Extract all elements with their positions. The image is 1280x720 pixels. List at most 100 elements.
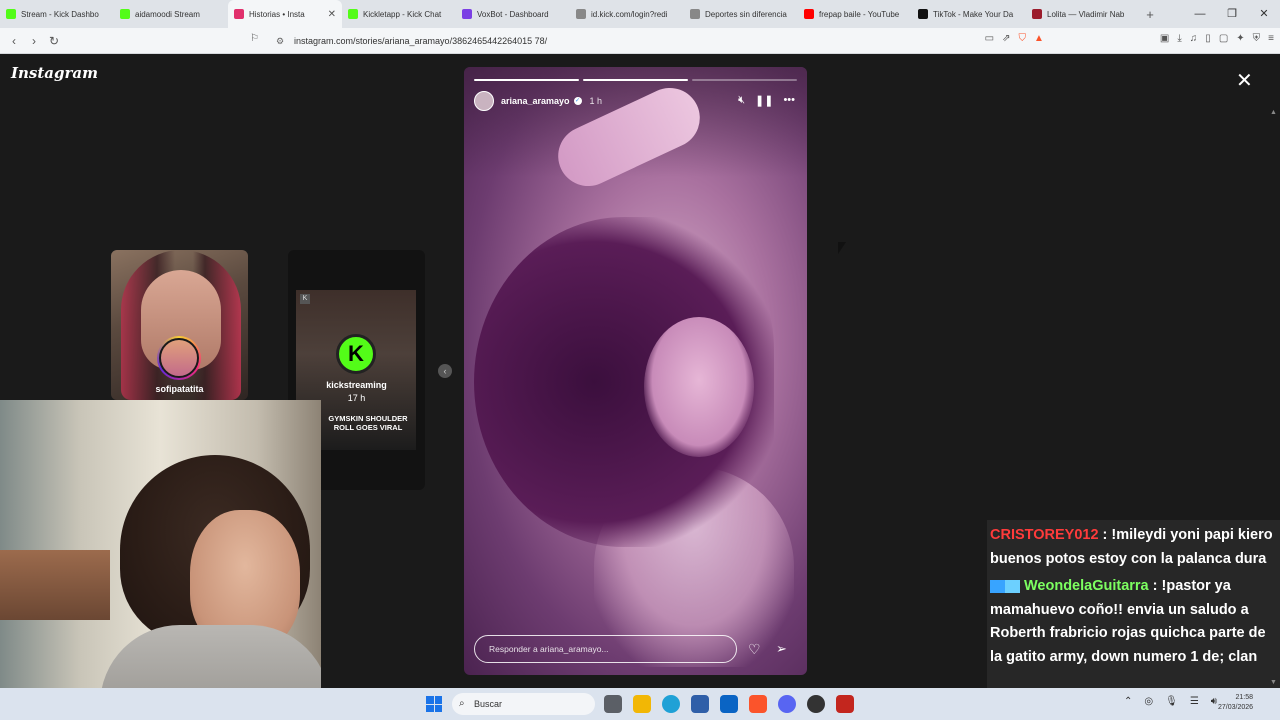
close-story-icon[interactable]: ✕ [1236,68,1253,93]
tab-label: Historias • Insta [249,9,305,19]
app-icon[interactable] [836,695,854,713]
windows-start-icon[interactable] [426,696,442,712]
discord-icon[interactable] [778,695,796,713]
next-story-caption: GYMSKIN SHOULDER ROLL GOES VIRAL [328,414,408,432]
story-progress-fill [474,79,579,81]
wifi-icon[interactable]: ☰ [1190,696,1199,707]
pause-icon[interactable]: ❚❚ [755,94,773,107]
task-view-icon[interactable] [604,695,622,713]
download-icon[interactable]: ⤓ [1177,33,1181,44]
browser-tab[interactable]: Lolita — Vladimir Nab [1026,0,1140,28]
outlook-icon[interactable] [720,695,738,713]
like-heart-icon[interactable]: ♡ [748,641,761,658]
clock-date: 27/03/2026 [1218,704,1254,711]
toolbar-spacer [1052,33,1152,44]
chat-message: WeondelaGuitarra : !pastor ya mamahuevo … [990,578,1266,665]
taskbar-clock[interactable]: 21:58 27/03/2026 [1218,693,1253,713]
story-username[interactable]: ariana_aramayo [501,96,570,106]
story-timestamp: 1 h [589,96,603,106]
next-story-username: kickstreaming [326,380,387,390]
brave-shield-icon[interactable]: ⛉ [1019,33,1027,44]
browser-tab[interactable]: Kickletapp - Kick Chat [342,0,456,28]
edge-icon[interactable] [662,695,680,713]
browser-tab[interactable]: aidamoodi Stream [114,0,228,28]
webcam-shelf [0,550,110,620]
media-icon[interactable]: ▣ [1160,33,1169,44]
webcam-overlay [0,400,321,720]
url-field[interactable]: ⚙ instagram.com/stories/ariana_aramayo/3… [270,33,990,49]
vpn-icon[interactable]: ⛨ [1253,33,1261,44]
send-icon[interactable]: ➢ [776,641,787,657]
instagram-logo[interactable]: Instagram [11,64,98,82]
close-window-icon[interactable]: ✕ [1248,0,1280,28]
back-icon[interactable]: ‹ [4,34,24,48]
forward-icon[interactable]: › [24,34,44,48]
kick-small-icon: K [300,294,310,304]
tab-label: Kickletapp - Kick Chat [363,9,442,19]
file-explorer-icon[interactable] [633,695,651,713]
prev-story-avatar [157,336,201,380]
previous-story-chevron-icon[interactable]: ‹ [438,364,452,378]
new-tab-button[interactable]: + [1140,7,1160,22]
wallet-icon[interactable]: ▢ [1219,33,1228,44]
clock-time: 21:58 [1235,694,1254,701]
story-progress-segment [583,79,688,81]
toolbar-icons: ▭ ⇗ ⛉ ▲ ▣ ⤓ ♫ ▯ ▢ ✦ ⛨ ≡ [985,33,1274,44]
tray-chevron-icon[interactable]: ⌃ [1124,696,1132,707]
share-icon[interactable]: ⇗ [1002,33,1010,44]
prev-story-username: sofipatatita [155,384,204,394]
sidebar-icon[interactable]: ▯ [1205,33,1211,44]
scrollbar-down-arrow[interactable]: ▼ [1270,679,1277,686]
screen-icon[interactable]: ▭ [985,33,994,44]
maximize-icon[interactable]: ❐ [1216,0,1248,28]
tab-favicon-icon [576,9,586,19]
browser-tab[interactable]: Stream - Kick Dashbo [0,0,114,28]
more-options-icon[interactable]: ••• [783,94,795,107]
story-progress-bar [474,79,797,81]
store-icon[interactable] [691,695,709,713]
menu-icon[interactable]: ≡ [1268,33,1274,44]
site-info-icon[interactable]: ⚙ [276,33,284,49]
address-bar: ‹ › ↻ ⚐ ⚙ instagram.com/stories/ariana_a… [0,28,1280,54]
previous-story-card[interactable]: sofipatatita [111,250,248,400]
bookmark-icon[interactable]: ⚐ [250,33,259,44]
volume-icon[interactable]: 🔊︎ [1211,696,1217,707]
story-avatar[interactable] [474,91,494,111]
reply-input[interactable]: Responder a ariana_aramayo... [474,635,737,663]
brave-icon[interactable] [749,695,767,713]
rewards-icon[interactable]: ▲ [1034,33,1044,44]
browser-tab[interactable]: Deportes sin diferencia [684,0,798,28]
verified-icon: ✓ [573,97,582,105]
browser-tab[interactable]: id.kick.com/login?redi [570,0,684,28]
story-frame[interactable]: ariana_aramayo ✓ 1 h 🔇︎ ❚❚ ••• Responder… [464,67,807,675]
extensions-icon[interactable]: ✦ [1236,33,1244,44]
reload-icon[interactable]: ↻ [44,34,64,48]
obs-icon[interactable] [807,695,825,713]
browser-tab[interactable]: frepap baile - YouTube [798,0,912,28]
tab-favicon-icon [120,9,130,19]
chat-username: CRISTOREY012 [990,527,1099,543]
microphone-icon[interactable]: 🎙︎ [1165,696,1178,707]
tab-label: VoxBot - Dashboard [477,9,549,19]
tab-label: id.kick.com/login?redi [591,9,668,19]
browser-tab[interactable]: TikTok - Make Your Da [912,0,1026,28]
stream-chat-overlay: CRISTOREY012 : !mileydi yoni papi kiero … [987,520,1280,688]
tab-favicon-icon [1032,9,1042,19]
minimize-icon[interactable]: — [1184,0,1216,28]
story-progress-fill [583,79,688,81]
tab-bar: Stream - Kick Dashbo aidamoodi Stream Hist… [0,0,1280,28]
tab-favicon-icon [804,9,814,19]
browser-tab[interactable]: Historias • Insta ✕ [228,0,342,28]
url-text: instagram.com/stories/ariana_aramayo/386… [294,36,548,46]
tab-label: frepap baile - YouTube [819,9,900,19]
music-icon[interactable]: ♫ [1190,33,1198,44]
scrollbar-up-arrow[interactable]: ▲ [1270,109,1277,116]
mute-icon[interactable]: 🔇︎ [738,94,745,107]
tab-label: Deportes sin diferencia [705,9,787,19]
close-tab-icon[interactable]: ✕ [328,9,336,20]
chat-badges-icon [990,579,1020,593]
browser-tab[interactable]: VoxBot - Dashboard [456,0,570,28]
taskbar-search[interactable]: ⌕ Buscar [452,693,595,715]
network-icon[interactable]: ◎ [1144,696,1153,707]
taskbar-apps [604,695,854,713]
